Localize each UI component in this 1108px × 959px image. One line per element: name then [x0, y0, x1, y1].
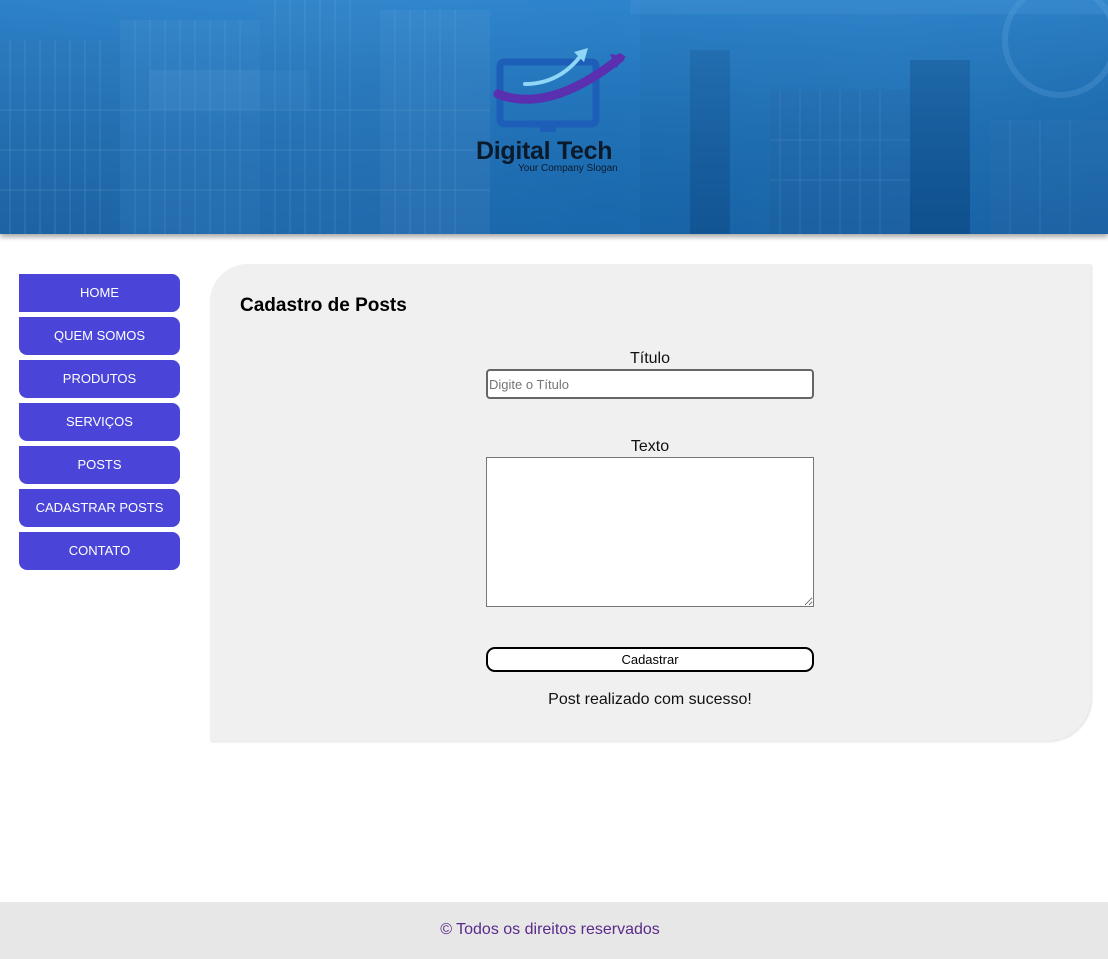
- nav-item-quem-somos[interactable]: QUEM SOMOS: [19, 317, 180, 355]
- title-input[interactable]: [486, 369, 814, 399]
- text-area[interactable]: [486, 457, 814, 607]
- status-message: Post realizado com sucesso!: [548, 691, 752, 708]
- sidebar-nav: HOME QUEM SOMOS PRODUTOS SERVIÇOS POSTS …: [19, 274, 180, 575]
- nav-item-posts[interactable]: POSTS: [19, 446, 180, 484]
- logo-slogan: Your Company Slogan: [518, 163, 618, 174]
- nav-item-servicos[interactable]: SERVIÇOS: [19, 403, 180, 441]
- footer-copyright: © Todos os direitos reservados: [440, 921, 660, 938]
- nav-item-produtos[interactable]: PRODUTOS: [19, 360, 180, 398]
- post-form-panel: Cadastro de Posts Título Texto Cadastrar…: [210, 264, 1091, 741]
- nav-item-contato[interactable]: CONTATO: [19, 532, 180, 570]
- cadastrar-button[interactable]: Cadastrar: [486, 647, 814, 672]
- text-label: Texto: [630, 438, 670, 455]
- header-banner: Digital Tech Your Company Slogan: [0, 0, 1108, 234]
- nav-item-home[interactable]: HOME: [19, 274, 180, 312]
- logo-title: Digital Tech: [476, 137, 613, 165]
- footer: © Todos os direitos reservados: [0, 902, 1108, 959]
- title-label: Título: [629, 350, 670, 367]
- page-title: Cadastro de Posts: [240, 295, 407, 316]
- nav-item-cadastrar-posts[interactable]: CADASTRAR POSTS: [19, 489, 180, 527]
